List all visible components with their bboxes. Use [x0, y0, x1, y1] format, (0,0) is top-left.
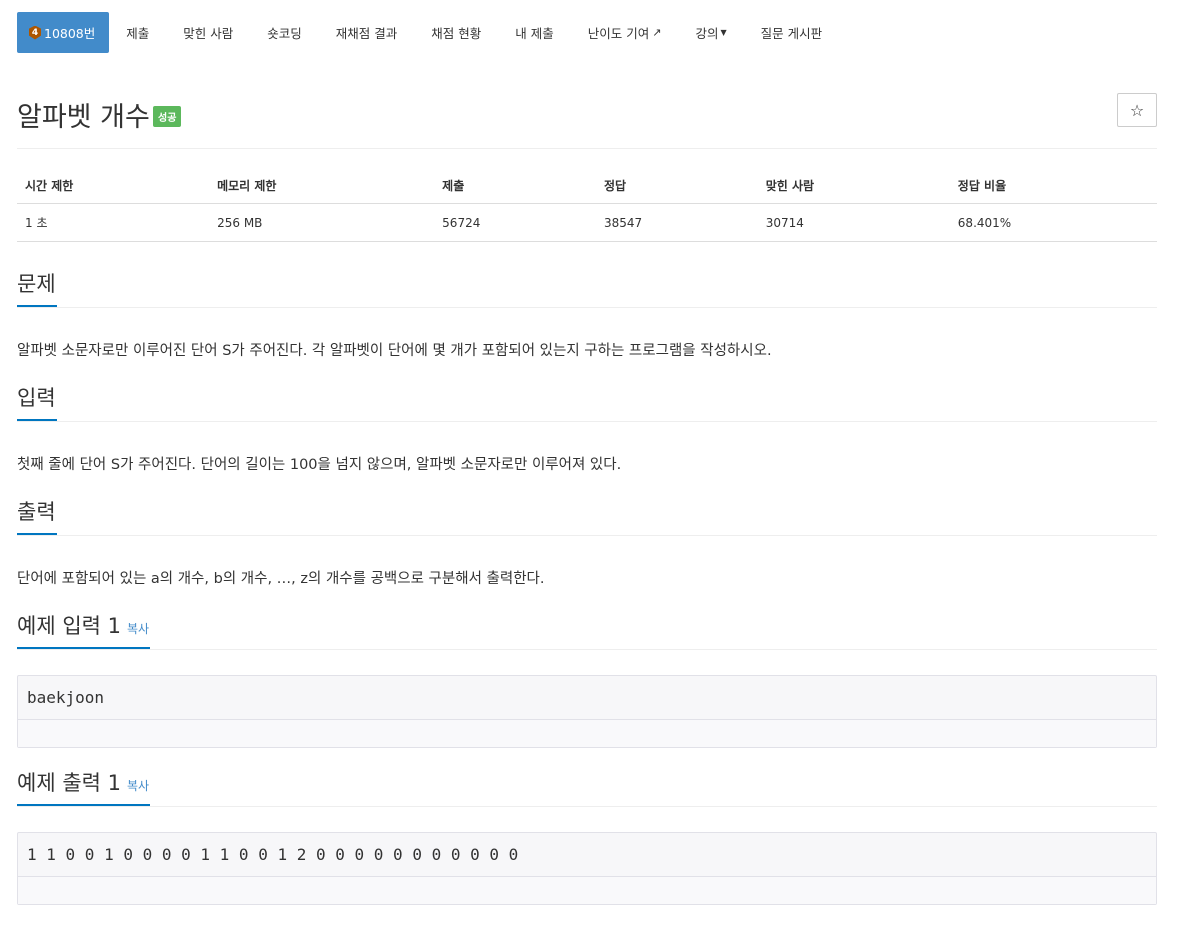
input-heading: 입력 — [17, 384, 57, 421]
value-memory-limit: 256 MB — [209, 203, 435, 242]
sample-input-section: 예제 입력 1 복사 — [17, 612, 1157, 650]
output-heading: 출력 — [17, 498, 57, 535]
tab-my-submissions-label: 내 제출 — [515, 26, 554, 41]
problem-nav: 4 10808번 제출 맞힌 사람 숏코딩 재채점 결과 채점 현황 내 제출 … — [17, 12, 1157, 53]
tab-rejudge[interactable]: 재채점 결과 — [319, 12, 414, 53]
value-solvers: 30714 — [757, 203, 950, 242]
copy-sample-input-link[interactable]: 복사 — [127, 622, 149, 636]
value-time-limit: 1 초 — [17, 203, 210, 242]
output-description: 단어에 포함되어 있는 a의 개수, b의 개수, …, z의 개수를 공백으로… — [17, 571, 545, 587]
tab-problem[interactable]: 4 10808번 — [17, 12, 110, 53]
value-accepted: 38547 — [595, 203, 758, 242]
tab-rejudge-label: 재채점 결과 — [335, 26, 398, 41]
tab-difficulty-label: 난이도 기여 — [587, 26, 650, 41]
tab-submit-label: 제출 — [126, 26, 150, 41]
tab-solvers-label: 맞힌 사람 — [183, 26, 234, 41]
sample-input-heading-bar: 예제 입력 1 복사 — [17, 612, 1157, 650]
output-heading-bar: 출력 — [17, 498, 1157, 536]
problem-info-table: 시간 제한 메모리 제한 제출 정답 맞힌 사람 정답 비율 1 초 256 M… — [17, 168, 1157, 242]
header-time-limit: 시간 제한 — [17, 168, 210, 204]
sample-input-box: baekjoon — [17, 675, 1157, 748]
tab-lectures-label: 강의 — [695, 26, 719, 41]
value-ratio: 68.401% — [949, 203, 1157, 242]
tab-solvers[interactable]: 맞힌 사람 — [166, 12, 250, 53]
star-icon: ☆ — [1129, 100, 1145, 120]
sample-output-heading-bar: 예제 출력 1 복사 — [17, 769, 1157, 807]
tab-difficulty[interactable]: 난이도 기여 ↗ — [571, 12, 679, 53]
sample-input-text: baekjoon — [18, 676, 1156, 720]
page-title: 알파벳 개수 — [17, 102, 150, 133]
tab-status-label: 채점 현황 — [431, 26, 482, 41]
input-section: 입력 첫째 줄에 단어 S가 주어진다. 단어의 길이는 100을 넘지 않으며… — [17, 384, 1157, 474]
problem-heading: 문제 — [17, 270, 57, 307]
tab-my-submissions[interactable]: 내 제출 — [498, 12, 570, 53]
tab-status[interactable]: 채점 현황 — [414, 12, 498, 53]
status-badge: 성공 — [153, 106, 182, 127]
header-submissions: 제출 — [434, 168, 596, 204]
problem-heading-bar: 문제 — [17, 270, 1157, 308]
tab-lectures[interactable]: 강의 ▼ — [678, 12, 743, 53]
caret-down-icon: ▼ — [720, 28, 727, 37]
title-row: 알파벳 개수 성공 ☆ — [17, 93, 1157, 149]
header-accepted: 정답 — [595, 168, 758, 204]
output-section: 출력 단어에 포함되어 있는 a의 개수, b의 개수, …, z의 개수를 공… — [17, 498, 1157, 588]
table-header-row: 시간 제한 메모리 제한 제출 정답 맞힌 사람 정답 비율 — [17, 168, 1157, 204]
table-row: 1 초 256 MB 56724 38547 30714 68.401% — [17, 203, 1157, 242]
problem-description: 알파벳 소문자로만 이루어진 단어 S가 주어진다. 각 알파벳이 단어에 몇 … — [17, 343, 772, 359]
input-description: 첫째 줄에 단어 S가 주어진다. 단어의 길이는 100을 넘지 않으며, 알… — [17, 457, 622, 473]
tab-short-coding[interactable]: 숏코딩 — [250, 12, 319, 53]
sample-input-title: 예제 입력 1 — [17, 614, 121, 638]
external-link-icon: ↗ — [652, 26, 662, 39]
header-memory-limit: 메모리 제한 — [209, 168, 435, 204]
sample-output-box: 1 1 0 0 1 0 0 0 0 1 1 0 0 1 2 0 0 0 0 0 … — [17, 832, 1157, 905]
sample-output-footer — [18, 877, 1156, 904]
tier-badge-icon: 4 — [29, 25, 41, 40]
sample-input-footer — [18, 720, 1156, 747]
copy-sample-output-link[interactable]: 복사 — [127, 779, 149, 793]
sample-output-title: 예제 출력 1 — [17, 771, 121, 795]
input-heading-bar: 입력 — [17, 384, 1157, 422]
sample-input-heading: 예제 입력 1 복사 — [17, 612, 151, 649]
tab-submit[interactable]: 제출 — [109, 12, 166, 53]
value-submissions: 56724 — [434, 203, 596, 242]
header-solvers: 맞힌 사람 — [757, 168, 950, 204]
header-ratio: 정답 비율 — [949, 168, 1157, 204]
sample-output-section: 예제 출력 1 복사 — [17, 769, 1157, 807]
tab-short-coding-label: 숏코딩 — [267, 26, 302, 41]
problem-section: 문제 알파벳 소문자로만 이루어진 단어 S가 주어진다. 각 알파벳이 단어에… — [17, 270, 1157, 360]
problem-page: 4 10808번 제출 맞힌 사람 숏코딩 재채점 결과 채점 현황 내 제출 … — [17, 12, 1157, 905]
tab-problem-label: 10808번 — [44, 26, 96, 41]
tab-board[interactable]: 질문 게시판 — [744, 12, 839, 53]
tab-board-label: 질문 게시판 — [760, 26, 823, 41]
sample-output-heading: 예제 출력 1 복사 — [17, 769, 151, 806]
sample-output-text: 1 1 0 0 1 0 0 0 0 1 1 0 0 1 2 0 0 0 0 0 … — [18, 833, 1156, 877]
star-button[interactable]: ☆ — [1117, 93, 1157, 127]
